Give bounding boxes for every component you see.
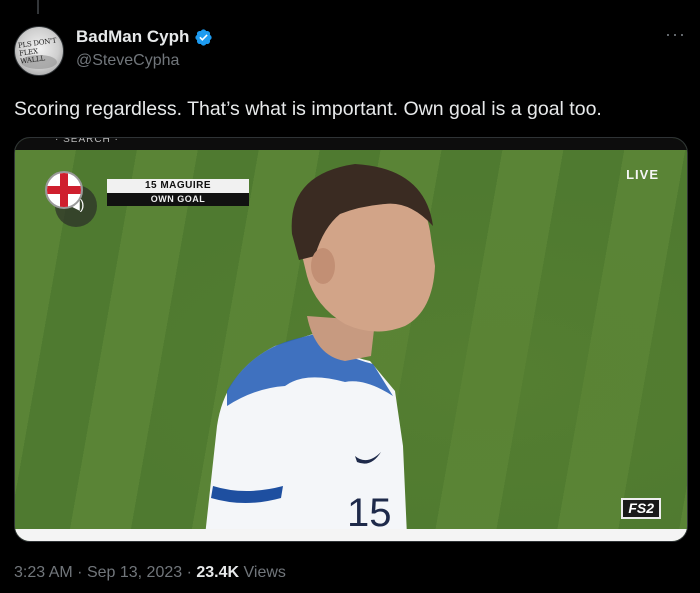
metadata-separator: · xyxy=(186,564,192,581)
channel-logo: FS2 xyxy=(621,498,661,519)
author-display-name[interactable]: BadMan Cyph xyxy=(76,27,189,47)
author-handle[interactable]: @SteveCypha xyxy=(76,52,179,70)
player-ear xyxy=(311,248,335,284)
broadcast-top-strip: · SEARCH · xyxy=(15,138,687,150)
thread-connector-line xyxy=(37,0,39,14)
england-flag-icon xyxy=(45,171,83,209)
broadcast-bottom-strip xyxy=(15,529,687,541)
avatar[interactable]: PLS DON'T FLEX WALLL xyxy=(14,26,64,76)
tweet-metadata: 3:23 AM · Sep 13, 2023 · 23.4K Views xyxy=(14,564,286,582)
verified-badge-icon[interactable] xyxy=(194,28,213,47)
broadcast-scorebug: ◀) 15 MAGUIRE OWN GOAL xyxy=(45,171,250,227)
views-label: Views xyxy=(243,564,286,581)
live-badge: LIVE xyxy=(626,167,659,182)
views-count[interactable]: 23.4K xyxy=(196,564,239,581)
tweet-media-image[interactable]: · SEARCH · 15 ◀) 15 MAGUIRE OWN GOAL LIV… xyxy=(14,137,688,542)
metadata-separator: · xyxy=(77,564,83,581)
broadcast-top-text: · SEARCH · xyxy=(55,137,119,145)
more-options-icon[interactable]: ··· xyxy=(665,24,686,45)
scorebug-event: OWN GOAL xyxy=(107,193,249,206)
tweet-time[interactable]: 3:23 AM xyxy=(14,564,73,581)
scorebug-player-name: 15 MAGUIRE xyxy=(107,179,249,193)
tweet-text: Scoring regardless. That’s what is impor… xyxy=(14,98,602,120)
tweet-date[interactable]: Sep 13, 2023 xyxy=(87,564,182,581)
player-figure: 15 xyxy=(205,164,435,536)
author-name-row: BadMan Cyph xyxy=(76,27,213,47)
